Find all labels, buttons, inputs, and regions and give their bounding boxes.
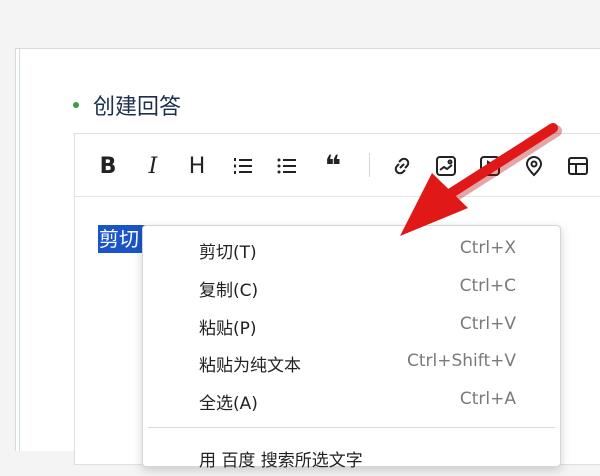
- video-icon: [480, 156, 500, 176]
- ordered-list-icon: [234, 158, 252, 174]
- toolbar-divider: [369, 153, 370, 177]
- heading-button[interactable]: H: [182, 151, 212, 181]
- selected-text-content: 剪切: [99, 227, 139, 251]
- page-frame: 创建回答 B I H ❝ 剪切 剪切(T) Ctrl+X 复制(C) Ctrl+…: [15, 48, 600, 471]
- menu-item-label: 复制(C): [199, 281, 259, 301]
- unordered-list-button[interactable]: [272, 151, 302, 181]
- table-icon: [568, 157, 588, 175]
- menu-item-paste[interactable]: 粘贴(P) Ctrl+V: [143, 308, 560, 344]
- left-accent-line: [19, 49, 20, 451]
- menu-item-select-all[interactable]: 全选(A) Ctrl+A: [143, 383, 560, 419]
- table-button[interactable]: [563, 151, 593, 181]
- menu-item-copy[interactable]: 复制(C) Ctrl+C: [143, 270, 560, 306]
- menu-item-label: 全选(A): [199, 394, 258, 414]
- video-button[interactable]: [475, 151, 505, 181]
- heading-text: 创建回答: [93, 95, 182, 120]
- menu-item-label: 剪切(T): [199, 243, 257, 263]
- bullet-icon: [73, 102, 79, 108]
- location-icon: [525, 156, 543, 177]
- menu-item-shortcut: Ctrl+X: [459, 238, 516, 258]
- menu-divider: [148, 427, 555, 428]
- italic-icon: I: [148, 153, 158, 179]
- menu-item-label: 粘贴(P): [199, 319, 257, 339]
- location-button[interactable]: [519, 151, 549, 181]
- menu-item-shortcut: Ctrl+A: [459, 389, 516, 409]
- bold-icon: B: [99, 153, 117, 179]
- quote-button[interactable]: ❝: [318, 151, 348, 181]
- menu-item-shortcut: Ctrl+C: [459, 276, 516, 296]
- menu-item-cut[interactable]: 剪切(T) Ctrl+X: [143, 232, 560, 268]
- unordered-list-icon: [277, 158, 296, 174]
- menu-item-paste-plain[interactable]: 粘贴为纯文本 Ctrl+Shift+V: [143, 345, 560, 381]
- editor-toolbar: B I H ❝: [75, 134, 600, 197]
- section-heading: 创建回答: [73, 89, 181, 121]
- heading-icon: H: [188, 153, 206, 179]
- italic-button[interactable]: I: [138, 151, 168, 181]
- context-menu: 剪切(T) Ctrl+X 复制(C) Ctrl+C 粘贴(P) Ctrl+V 粘…: [142, 225, 561, 471]
- quote-icon: ❝: [324, 149, 342, 182]
- menu-item-search[interactable]: 用 百度 搜索所选文字: [143, 440, 560, 476]
- menu-item-shortcut: Ctrl+Shift+V: [406, 351, 516, 371]
- link-button[interactable]: [387, 151, 417, 181]
- link-icon: [394, 157, 410, 175]
- image-button[interactable]: [431, 151, 461, 181]
- ordered-list-button[interactable]: [228, 151, 258, 181]
- menu-item-label: 粘贴为纯文本: [199, 356, 301, 376]
- image-icon: [436, 156, 456, 176]
- menu-item-shortcut: Ctrl+V: [459, 314, 516, 334]
- bold-button[interactable]: B: [93, 151, 123, 181]
